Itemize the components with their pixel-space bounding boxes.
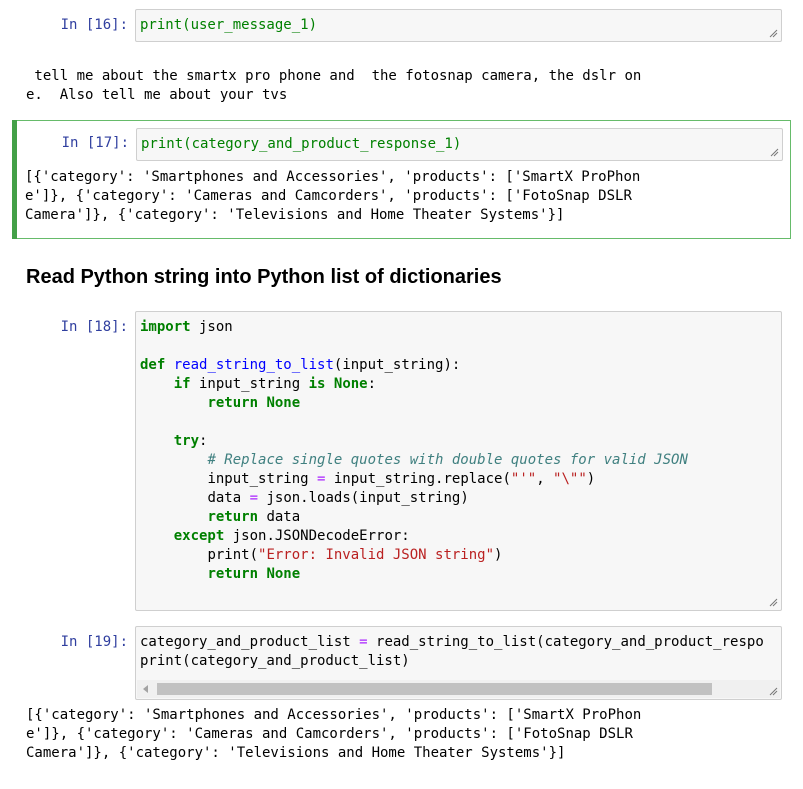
code-editor[interactable]: print(category_and_product_response_1) — [136, 128, 783, 161]
resize-handle-icon[interactable] — [769, 598, 778, 607]
code-text: print(user_message_1) — [136, 10, 781, 41]
horizontal-scrollbar[interactable] — [137, 680, 780, 698]
cell-prompt: In [18]: — [60, 319, 128, 335]
code-editor[interactable]: print(user_message_1) — [135, 9, 782, 42]
code-cell-16[interactable]: In [16]: print(user_message_1) — [12, 0, 789, 74]
output-area-16: tell me about the smartx pro phone and t… — [26, 67, 641, 105]
code-editor[interactable]: category_and_product_list = read_string_… — [135, 626, 782, 700]
markdown-heading: Read Python string into Python list of d… — [26, 266, 502, 288]
code-cell-17[interactable]: In [17]: print(category_and_product_resp… — [12, 120, 791, 239]
output-area-19: [{'category': 'Smartphones and Accessori… — [26, 706, 641, 763]
output-text: [{'category': 'Smartphones and Accessori… — [25, 169, 641, 223]
output-text: [{'category': 'Smartphones and Accessori… — [26, 707, 642, 761]
resize-handle-icon[interactable] — [769, 29, 778, 38]
output-text: tell me about the smartx pro phone and t… — [26, 68, 642, 103]
scroll-left-icon[interactable] — [143, 685, 148, 693]
code-line: print(user_message_1) — [140, 17, 318, 33]
code-line: print(category_and_product_response_1) — [141, 136, 462, 152]
cell-prompt: In [17]: — [61, 135, 129, 151]
code-cell-19[interactable]: In [19]: category_and_product_list = rea… — [12, 625, 789, 705]
scroll-thumb[interactable] — [157, 683, 712, 695]
cell-prompt: In [16]: — [60, 17, 128, 33]
code-text: import json def read_string_to_list(inpu… — [140, 319, 688, 582]
code-editor[interactable]: import json def read_string_to_list(inpu… — [135, 311, 782, 611]
code-text: print(category_and_product_response_1) — [137, 129, 782, 160]
cell-prompt: In [19]: — [60, 634, 128, 650]
code-cell-18[interactable]: In [18]: import json def read_string_to_… — [12, 310, 789, 612]
output-area-17: [{'category': 'Smartphones and Accessori… — [25, 168, 640, 225]
code-text: category_and_product_list = read_string_… — [140, 634, 764, 669]
resize-handle-icon[interactable] — [769, 687, 778, 696]
resize-handle-icon[interactable] — [770, 148, 779, 157]
